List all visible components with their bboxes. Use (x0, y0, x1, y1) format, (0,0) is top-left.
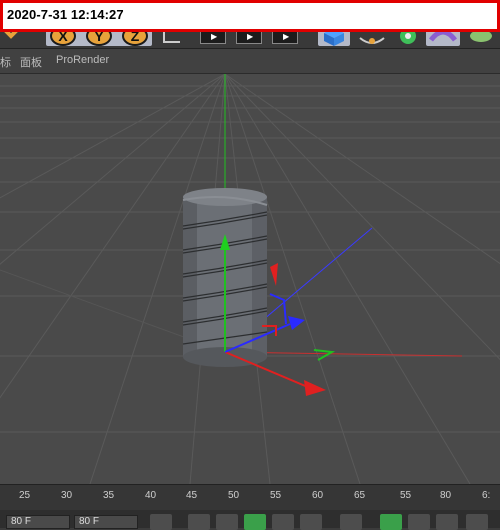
timeline-tick: 50 (228, 490, 240, 501)
timeline-tick: 40 (145, 490, 157, 501)
menu-item-label[interactable]: 标 (0, 54, 11, 70)
timeline-tick: 60 (312, 490, 324, 501)
menu-item-panel[interactable]: 面板 (20, 54, 42, 70)
timestamp-overlay: 2020-7-31 12:14:27 (0, 0, 500, 32)
timeline-tick: 30 (61, 490, 73, 501)
timeline-ruler[interactable]: 25 30 35 40 45 50 55 60 65 55 80 6: (0, 484, 500, 511)
timeline-tick: 35 (103, 490, 115, 501)
timeline-tick: 45 (186, 490, 198, 501)
timeline-tick: 65 (354, 490, 366, 501)
timestamp-text: 2020-7-31 12:14:27 (7, 7, 124, 22)
timeline-tick: 55 (400, 490, 412, 501)
start-frame-field[interactable]: 80 F (6, 515, 70, 529)
timeline-tick: 55 (270, 490, 282, 501)
menu-item-prorender[interactable]: ProRender (56, 54, 109, 66)
timeline-tick: 25 (19, 490, 31, 501)
viewport-menubar: 标 面板 ProRender (0, 49, 500, 74)
3d-viewport[interactable] (0, 74, 500, 484)
timeline-tick: 80 (440, 490, 452, 501)
timeline-tick: 6: (482, 490, 491, 501)
end-frame-field[interactable]: 80 F (74, 515, 138, 529)
transport-bar: 80 F 80 F (0, 510, 500, 530)
